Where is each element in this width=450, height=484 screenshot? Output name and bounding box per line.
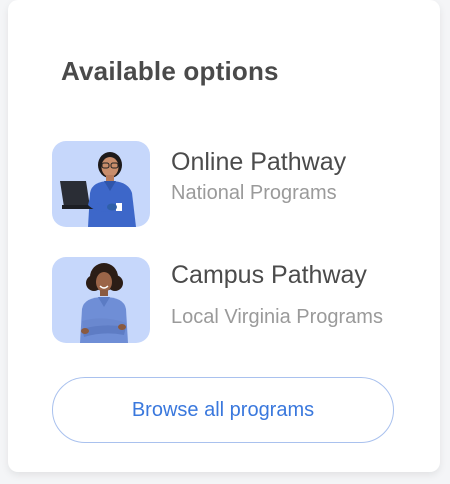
option-title: Campus Pathway <box>171 261 367 289</box>
option-subtitle: Local Virginia Programs <box>171 306 383 328</box>
option-campus-pathway[interactable]: Campus Pathway Local Virginia Programs <box>52 257 432 343</box>
option-thumbnail-online <box>52 141 150 227</box>
options-card: Available options Online Pathway Nationa… <box>8 0 440 472</box>
option-title: Online Pathway <box>171 148 347 176</box>
nurse-with-laptop-photo <box>60 152 136 227</box>
option-thumbnail-campus <box>52 257 150 343</box>
nurse-arms-crossed-photo <box>80 263 128 343</box>
option-subtitle: National Programs <box>171 182 337 204</box>
option-online-pathway[interactable]: Online Pathway National Programs <box>52 141 432 227</box>
section-title: Available options <box>61 56 279 86</box>
browse-all-programs-button[interactable]: Browse all programs <box>52 377 394 443</box>
